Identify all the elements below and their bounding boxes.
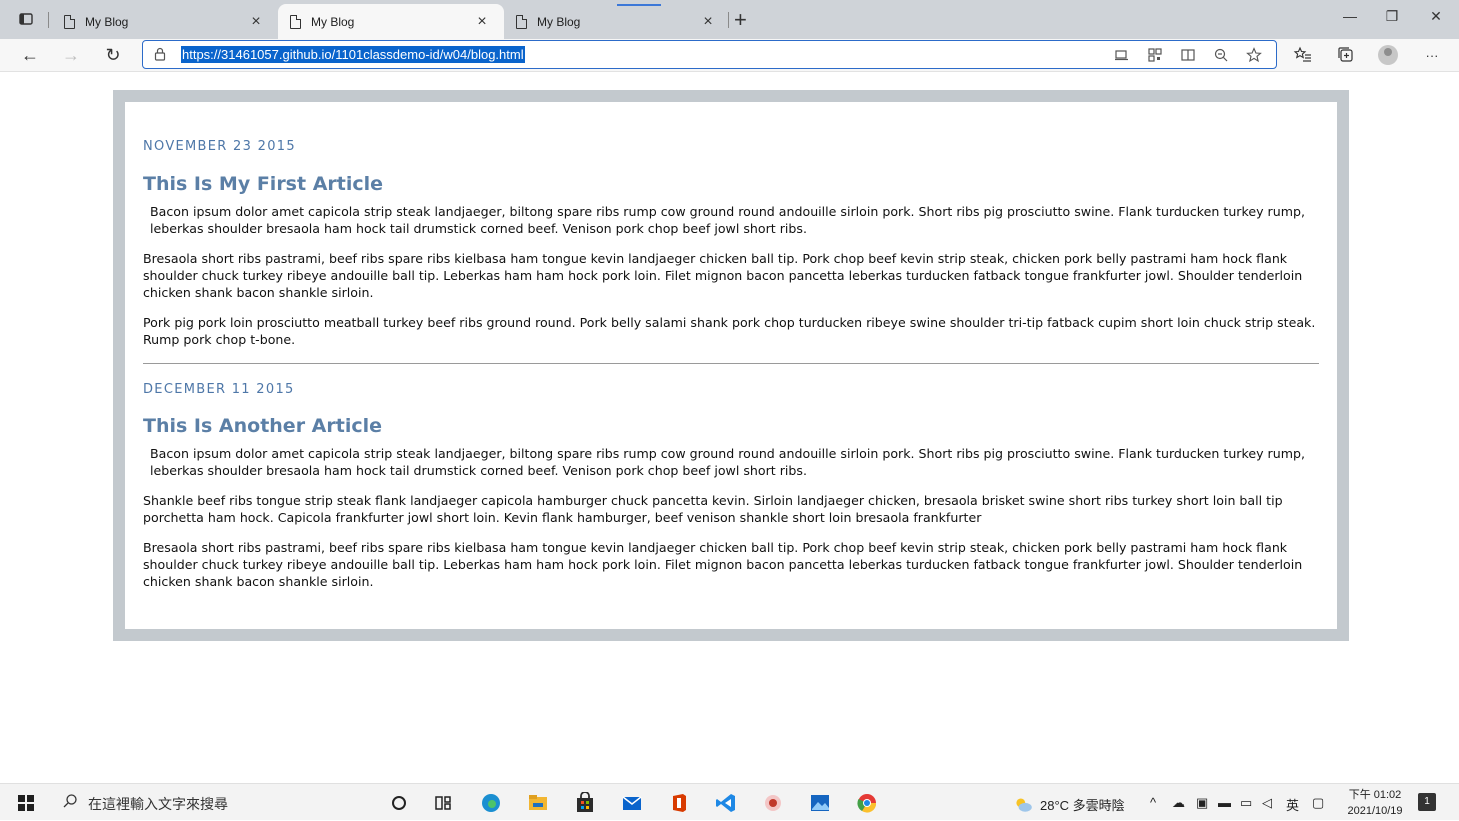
new-tab-button[interactable]: + [734,7,747,33]
minimize-button[interactable]: — [1338,8,1362,24]
url-text[interactable]: https://31461057.github.io/1101classdemo… [181,46,525,63]
close-tab-icon[interactable]: × [698,13,718,31]
article-paragraph: Bresaola short ribs pastrami, beef ribs … [143,251,1303,300]
tab-title: My Blog [85,14,129,29]
favorites-icon[interactable] [1292,46,1314,64]
article-paragraph: Bacon ipsum dolor amet capicola strip st… [150,204,1305,236]
article-paragraph: Bresaola short ribs pastrami, beef ribs … [143,540,1303,589]
page-icon [64,14,75,29]
site-info-icon[interactable] [154,47,166,61]
qr-code-icon[interactable] [1146,47,1164,63]
close-tab-icon[interactable]: × [472,13,492,31]
blog-content: NOVEMBER 23 2015 This Is My First Articl… [125,102,1337,629]
taskbar-search[interactable]: 在這裡輸入文字來搜尋 [53,784,373,821]
article-paragraph: Bacon ipsum dolor amet capicola strip st… [150,446,1305,478]
taskbar: 在這裡輸入文字來搜尋 28°C 多雲時陰 ^ ☁ ▣ ▬ ▭ ◁ 英 ▢ 下午 … [0,783,1459,820]
article-title: This Is Another Article [143,415,383,437]
article-paragraph: Shankle beef ribs tongue strip steak fla… [143,493,1283,525]
file-explorer-icon[interactable] [527,792,549,814]
start-button[interactable] [18,795,34,811]
close-tab-icon[interactable]: × [246,13,266,31]
blog-container: NOVEMBER 23 2015 This Is My First Articl… [113,90,1349,641]
photos-icon[interactable] [809,792,831,814]
system-clock[interactable]: 下午 01:02 2021/10/19 [1340,787,1410,819]
clock-time: 下午 01:02 [1348,789,1402,801]
article-title: This Is My First Article [143,173,384,195]
immersive-reader-icon[interactable] [1179,47,1197,63]
tab-my-blog-2[interactable]: My Blog × [278,4,504,39]
chrome-icon[interactable] [856,792,878,814]
office-icon[interactable] [668,792,690,814]
page-viewport: NOVEMBER 23 2015 This Is My First Articl… [0,73,1459,783]
zoom-icon[interactable] [1212,47,1230,63]
back-button[interactable]: ← [18,43,42,67]
notification-center-icon[interactable]: 1 [1418,793,1436,811]
tab-title: My Blog [537,14,581,29]
tab-separator [728,12,729,28]
battery-icon[interactable]: ▬ [1218,795,1231,810]
tab-separator [48,12,49,28]
mail-icon[interactable] [621,792,643,814]
weather-icon[interactable] [1012,793,1034,815]
network-icon[interactable]: ▭ [1240,795,1252,811]
tab-loading-indicator [617,4,661,6]
cortana-icon[interactable] [388,792,410,814]
tab-my-blog-3[interactable]: My Blog × [504,4,730,39]
collections-icon[interactable] [1335,46,1357,64]
volume-icon[interactable]: ◁ [1262,795,1272,811]
page-icon [516,14,527,29]
show-hidden-icons-icon[interactable]: ^ [1150,795,1156,810]
edge-icon[interactable] [480,792,502,814]
more-icon[interactable]: ··· [1420,44,1444,68]
search-placeholder: 在這裡輸入文字來搜尋 [88,796,228,812]
forward-button[interactable]: → [59,43,83,67]
input-method-indicator[interactable]: 英 [1286,795,1299,814]
tab-my-blog-1[interactable]: My Blog × [52,4,278,39]
address-bar[interactable]: https://31461057.github.io/1101classdemo… [142,40,1277,69]
article-date: DECEMBER 11 2015 [143,382,295,397]
close-window-button[interactable]: ✕ [1424,8,1448,25]
article-paragraph: Pork pig pork loin prosciutto meatball t… [143,315,1316,347]
article-date: NOVEMBER 23 2015 [143,139,296,154]
tray-app-icon[interactable]: ▣ [1196,795,1208,811]
tab-strip: My Blog × My Blog × My Blog × + — ❐ ✕ [0,0,1459,39]
profile-icon[interactable] [1378,45,1398,65]
search-icon [63,794,77,808]
vscode-icon[interactable] [715,792,737,814]
read-aloud-icon[interactable] [1113,47,1131,63]
page-icon [290,14,301,29]
onedrive-icon[interactable]: ☁ [1172,795,1185,811]
restore-button[interactable]: ❐ [1380,8,1404,25]
clock-date: 2021/10/19 [1347,805,1403,817]
app-icon[interactable] [762,792,784,814]
add-favorite-icon[interactable] [1245,47,1263,63]
store-icon[interactable] [574,792,596,814]
task-view-icon[interactable] [432,792,454,814]
weather-text[interactable]: 28°C 多雲時陰 [1040,795,1125,814]
tab-title: My Blog [311,14,355,29]
refresh-button[interactable]: ↻ [101,43,125,67]
address-bar-row: ← → ↻ https://31461057.github.io/1101cla… [0,39,1459,72]
ime-mode-icon[interactable]: ▢ [1312,795,1324,811]
tab-actions-icon[interactable] [18,11,34,27]
